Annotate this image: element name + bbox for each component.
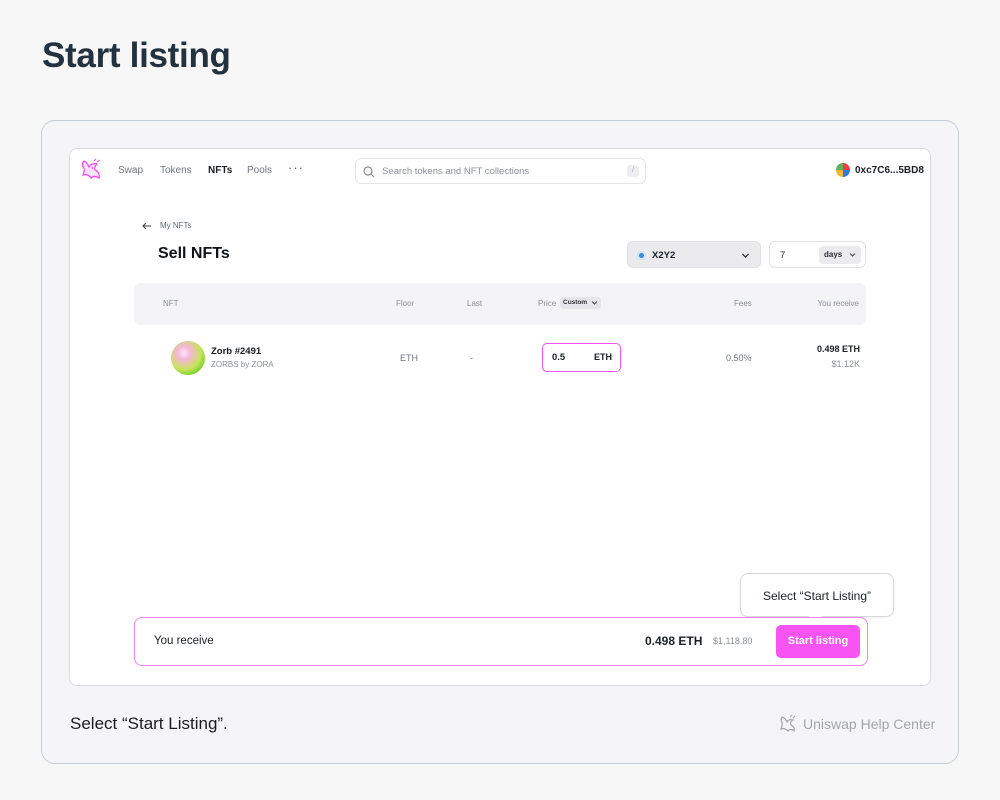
arrow-left-icon — [142, 222, 151, 229]
price-unit: ETH — [594, 352, 612, 362]
search-placeholder: Search tokens and NFT collections — [382, 166, 530, 177]
uniswap-logo-icon[interactable] — [78, 157, 104, 183]
nft-thumbnail — [171, 341, 205, 375]
marketplace-label: X2Y2 — [652, 250, 676, 261]
more-menu-button[interactable]: ··· — [288, 160, 304, 175]
column-nft: NFT — [163, 299, 179, 308]
account-button[interactable]: 0xc7C6...5BD8 — [836, 163, 924, 177]
account-address: 0xc7C6...5BD8 — [855, 164, 924, 176]
nft-collection: ZORBS by ZORA — [211, 360, 274, 369]
column-price: Price — [538, 299, 557, 308]
nav-swap[interactable]: Swap — [118, 165, 143, 176]
receive-usd: $1.12K — [831, 359, 860, 369]
price-mode-label: Custom — [563, 299, 588, 306]
sell-nfts-title: Sell NFTs — [158, 245, 230, 262]
search-icon — [363, 166, 375, 178]
price-input[interactable]: 0.5 ETH — [542, 343, 621, 372]
account-avatar — [836, 163, 850, 177]
column-floor: Floor — [396, 299, 415, 308]
table-row: Zorb #2491 ZORBS by ZORA ETH - 0.5 ETH 0… — [134, 335, 866, 381]
fees-value: 0.50% — [726, 353, 752, 363]
tooltip-text: Select “Start Listing” — [762, 589, 872, 603]
summary-total-eth: 0.498 ETH — [645, 634, 703, 648]
back-to-my-nfts[interactable]: My NFTs — [142, 221, 192, 230]
price-mode-dropdown[interactable]: Custom — [560, 297, 602, 309]
chevron-down-icon — [742, 253, 749, 258]
search-input[interactable]: Search tokens and NFT collections / — [355, 158, 646, 184]
column-fees: Fees — [734, 299, 752, 308]
tooltip: Select “Start Listing” — [740, 573, 894, 625]
duration-value: 7 — [780, 250, 786, 261]
back-label: My NFTs — [160, 221, 192, 230]
search-shortcut-key: / — [627, 165, 639, 177]
price-value: 0.5 — [552, 352, 566, 363]
chevron-down-icon — [591, 301, 598, 305]
duration-input[interactable]: 7 days — [769, 241, 866, 268]
floor-value: ETH — [400, 353, 418, 363]
summary-total-usd: $1,118.80 — [713, 636, 753, 646]
uniswap-unicorn-icon — [780, 714, 796, 733]
receive-eth: 0.498 ETH — [816, 344, 860, 354]
duration-unit-select[interactable]: days — [819, 246, 861, 264]
chevron-down-icon — [849, 253, 856, 257]
step-caption: Select “Start Listing”. — [70, 714, 228, 733]
marketplace-dropdown[interactable]: X2Y2 — [627, 241, 761, 268]
page-title: Start listing — [42, 36, 231, 75]
start-listing-button[interactable]: Start listing — [776, 625, 860, 658]
help-center-branding: Uniswap Help Center — [778, 714, 935, 734]
nft-name: Zorb #2491 — [211, 346, 262, 357]
column-you-receive: You receive — [817, 299, 859, 308]
table-header: NFT Floor Last Price Custom Fees You rec… — [134, 283, 866, 325]
summary-label: You receive — [154, 635, 214, 647]
help-center-label: Uniswap Help Center — [803, 716, 936, 732]
column-last: Last — [467, 299, 483, 308]
last-value: - — [470, 353, 473, 363]
nav-pools[interactable]: Pools — [247, 165, 272, 176]
app-window: Swap Tokens NFTs Pools ··· Search tokens… — [69, 148, 931, 686]
nav-tokens[interactable]: Tokens — [160, 165, 192, 176]
listing-summary-bar: You receive 0.498 ETH $1,118.80 Start li… — [134, 617, 868, 666]
nav-nfts[interactable]: NFTs — [208, 165, 232, 176]
duration-unit-label: days — [824, 250, 843, 259]
x2y2-icon — [637, 251, 646, 260]
